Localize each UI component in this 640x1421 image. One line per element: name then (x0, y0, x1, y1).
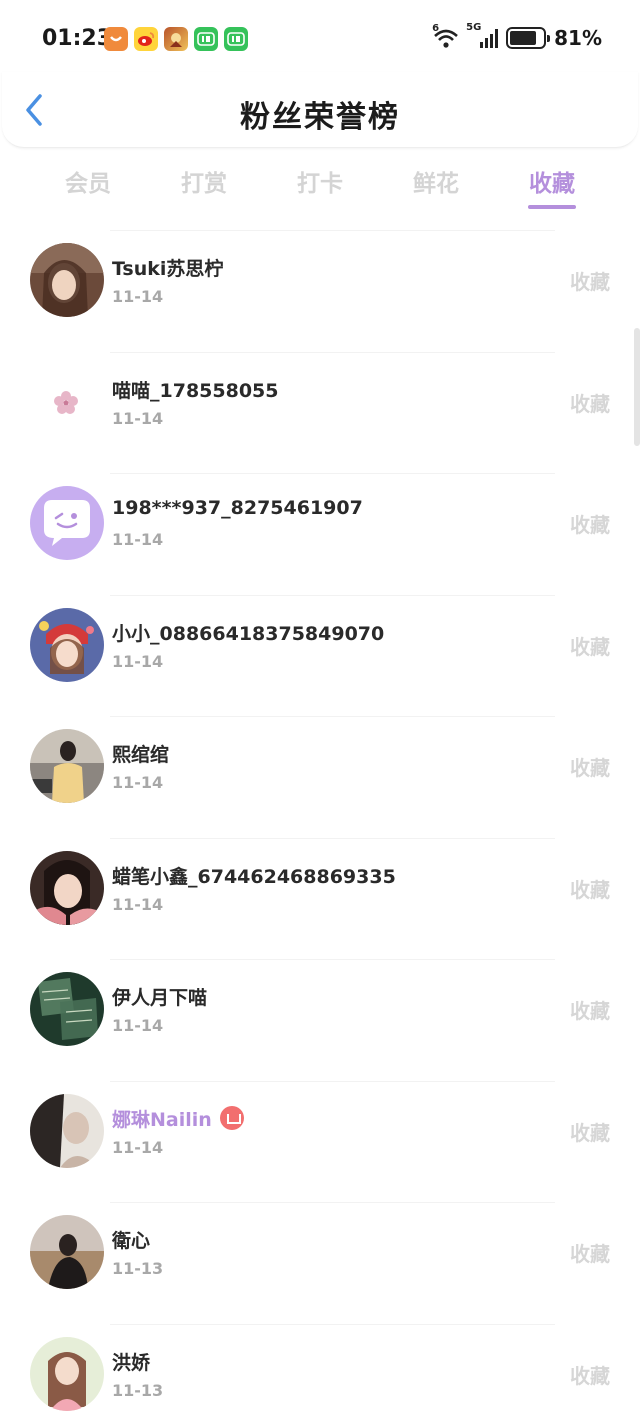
navigation-header: 粉丝荣誉榜 (2, 72, 638, 148)
divider (110, 230, 555, 231)
avatar[interactable] (30, 972, 104, 1046)
user-name: Tsuki苏思柠 (112, 258, 224, 280)
avatar[interactable] (30, 243, 104, 317)
date: 11-14 (112, 894, 164, 914)
taobao-icon (104, 27, 128, 51)
avatar[interactable] (30, 729, 104, 803)
date: 11-14 (112, 773, 164, 792)
page-title: 粉丝荣誉榜 (240, 100, 400, 135)
avatar[interactable] (30, 1215, 104, 1289)
favorite-action[interactable]: 收藏 (570, 266, 610, 295)
network-label: 5G (466, 22, 482, 33)
tab-member[interactable]: 会员 (30, 164, 146, 198)
avatar[interactable] (30, 364, 104, 439)
date: 11-14 (112, 1137, 164, 1157)
date: 11-14 (112, 530, 164, 549)
list-item[interactable]: 伊人月下喵 11-14 收藏 (0, 959, 640, 1081)
date: 11-14 (112, 408, 164, 428)
favorite-action[interactable]: 收藏 (570, 509, 610, 538)
list-item[interactable]: Tsuki苏思柠 11-14 收藏 (0, 230, 640, 352)
favorite-action[interactable]: 收藏 (570, 995, 610, 1024)
date: 11-14 (112, 287, 164, 306)
tab-reward[interactable]: 打赏 (146, 164, 262, 198)
divider (110, 594, 555, 596)
wifi-label: 6 (432, 23, 440, 34)
tab-favorites[interactable]: 收藏 (494, 164, 610, 198)
date: 11-14 (112, 1016, 164, 1035)
iqiyi-icon (194, 27, 218, 51)
user-name: 小小_08866418375849070 (112, 622, 385, 645)
user-name: 衛心 (112, 1230, 151, 1252)
divider (110, 959, 555, 960)
weibo-icon (134, 27, 158, 51)
list-item[interactable]: 娜琳Nailin 11-14 收藏 (0, 1080, 640, 1203)
active-tab-indicator (528, 205, 576, 209)
list-item[interactable]: 蜡笔小鑫_674462468869335 11-14 收藏 (0, 837, 640, 960)
divider (110, 1202, 555, 1203)
tab-checkin[interactable]: 打卡 (262, 164, 378, 198)
tab-flowers[interactable]: 鲜花 (378, 164, 494, 198)
user-name-vip: 娜琳Nailin (112, 1105, 244, 1133)
user-name: 洪娇 (112, 1351, 151, 1374)
favorite-action[interactable]: 收藏 (570, 1360, 610, 1389)
cellular-signal-icon: 5G (466, 22, 499, 48)
user-name: 198***937_8275461907 (112, 497, 363, 519)
list-item[interactable]: 洪娇 11-13 收藏 (0, 1323, 640, 1421)
battery-level (510, 31, 537, 45)
system-icons: 6 5G 81% (432, 22, 602, 50)
user-name: 喵喵_178558055 (112, 379, 279, 402)
user-name: 蜡笔小鑫_674462468869335 (112, 865, 396, 888)
divider (110, 837, 555, 839)
list-item[interactable]: 衛心 11-13 收藏 (0, 1202, 640, 1324)
user-name: 娜琳Nailin (112, 1108, 212, 1131)
favorite-action[interactable]: 收藏 (570, 388, 610, 417)
favorite-action[interactable]: 收藏 (570, 1117, 610, 1146)
divider (110, 351, 555, 353)
fan-list: Tsuki苏思柠 11-14 收藏 喵喵_178558055 11-14 收藏 … (0, 230, 640, 1421)
battery-icon (506, 27, 551, 49)
date: 11-14 (112, 651, 164, 671)
tab-bar: 会员 打赏 打卡 鲜花 收藏 (30, 160, 610, 216)
iqiyi-icon (224, 27, 248, 51)
avatar[interactable] (30, 1093, 104, 1168)
list-item[interactable]: 喵喵_178558055 11-14 收藏 (0, 351, 640, 474)
page: 01:23 6 5G 81% 粉丝荣誉榜 会员 打赏 打卡 鲜花 收藏 Tsuk… (0, 0, 640, 1421)
avatar[interactable] (30, 1336, 104, 1411)
status-time: 01:23 (42, 26, 113, 51)
favorite-action[interactable]: 收藏 (570, 1238, 610, 1267)
list-item[interactable]: 熙绾绾 11-14 收藏 (0, 716, 640, 838)
status-bar: 01:23 6 5G 81% (0, 0, 640, 80)
game-icon (164, 27, 188, 51)
divider (110, 1323, 555, 1325)
list-item[interactable]: 小小_08866418375849070 11-14 收藏 (0, 594, 640, 717)
favorite-action[interactable]: 收藏 (570, 631, 610, 660)
date: 11-13 (112, 1259, 164, 1278)
battery-percentage: 81% (554, 26, 602, 50)
avatar[interactable] (30, 486, 104, 560)
divider (110, 473, 555, 474)
notification-icons (104, 27, 248, 51)
list-item[interactable]: 198***937_8275461907 11-14 收藏 (0, 473, 640, 595)
avatar[interactable] (30, 607, 104, 682)
diamond-vip-icon (219, 1106, 244, 1130)
divider (110, 716, 555, 717)
date: 11-13 (112, 1380, 164, 1400)
divider (110, 1080, 555, 1082)
user-name: 伊人月下喵 (112, 987, 208, 1009)
avatar[interactable] (30, 850, 104, 925)
favorite-action[interactable]: 收藏 (570, 874, 610, 903)
scrollbar-thumb[interactable] (634, 328, 640, 446)
user-name: 熙绾绾 (112, 744, 170, 766)
wifi-icon: 6 (432, 23, 458, 49)
favorite-action[interactable]: 收藏 (570, 752, 610, 781)
